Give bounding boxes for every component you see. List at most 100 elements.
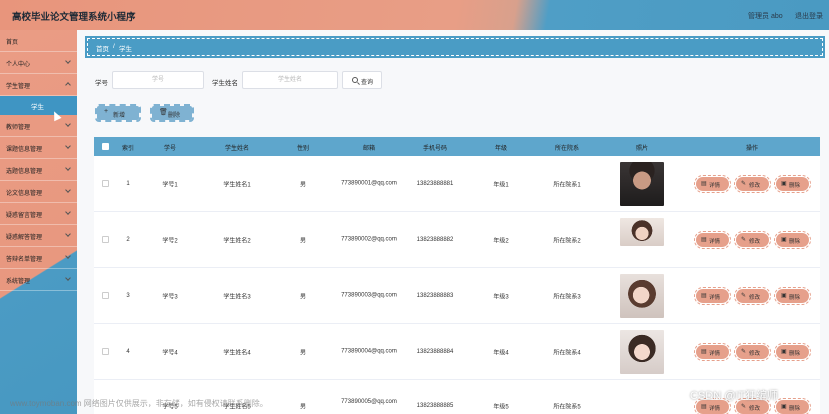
sidebar-item-label: 个人中心 <box>6 62 31 68</box>
student-photo <box>620 274 664 318</box>
edit-button-label: 修改 <box>749 239 761 245</box>
delete-button-label: 删除 <box>789 239 801 245</box>
cell-dept: 所在院系3 <box>553 294 581 300</box>
sidebar-item-label: 学生管理 <box>6 84 31 90</box>
cell-gender: 男 <box>299 404 307 411</box>
cell-dept: 所在院系5 <box>553 404 581 411</box>
col-index: 索引 <box>121 146 135 152</box>
sidebar-item-label: 系统管理 <box>6 279 31 285</box>
table-row: 2 学号2 学生姓名2 男 773890002@qq.com 138238888… <box>94 212 820 268</box>
select-all-checkbox[interactable] <box>102 143 109 150</box>
add-button[interactable]: + 新增 <box>95 104 141 122</box>
delete-button[interactable]: ▣ 删除 <box>774 343 811 361</box>
edit-button[interactable]: ✎ 修改 <box>734 175 771 193</box>
breadcrumb-separator: / <box>113 43 115 50</box>
table-header: 索引 学号 学生姓名 性别 邮箱 手机号码 年级 所在院系 照片 操作 <box>94 137 820 156</box>
cell-dept: 所在院系4 <box>553 350 581 356</box>
chevron-down-icon <box>65 187 71 193</box>
edit-button[interactable]: ✎ 修改 <box>734 343 771 361</box>
chevron-down-icon <box>65 165 71 171</box>
edit-button[interactable]: ✎ 修改 <box>734 287 771 305</box>
sidebar-item-label: 选题信息管理 <box>6 169 43 175</box>
sidebar-item-defense[interactable]: 答辩名单管理 <box>0 247 77 269</box>
student-photo <box>620 162 664 206</box>
delete-button-label: 删除 <box>789 183 801 189</box>
row-checkbox[interactable] <box>102 180 109 187</box>
trash-icon: ▣ <box>781 293 787 299</box>
pencil-icon: ✎ <box>741 404 747 410</box>
logout-link[interactable]: 退出登录 <box>795 11 823 21</box>
delete-button[interactable]: ▣ 删除 <box>774 231 811 249</box>
document-icon: ▤ <box>701 404 707 410</box>
pencil-icon: ✎ <box>741 293 747 299</box>
cell-id: 学号1 <box>162 182 178 188</box>
col-dept: 所在院系 <box>554 146 580 152</box>
row-checkbox[interactable] <box>102 348 109 355</box>
sidebar-item-label: 答辩名单管理 <box>6 257 43 263</box>
cell-gender: 男 <box>299 182 307 188</box>
cell-phone: 13823888883 <box>416 292 454 299</box>
cell-phone: 13823888885 <box>416 403 454 409</box>
delete-button-label: 删除 <box>789 295 801 301</box>
document-icon: ▤ <box>701 237 707 243</box>
bulk-delete-button[interactable]: 🗑 删除 <box>150 104 194 122</box>
cell-phone: 13823888884 <box>416 348 454 355</box>
cell-email: 773890004@qq.com <box>341 348 397 354</box>
detail-button-label: 详情 <box>709 239 721 245</box>
chevron-down-icon <box>65 253 71 259</box>
sidebar-item-home[interactable]: 首页 <box>0 30 77 52</box>
row-checkbox[interactable] <box>102 292 109 299</box>
search-id-label: 学号 <box>95 80 108 87</box>
search-id-input[interactable] <box>112 71 204 89</box>
cell-email: 773890001@qq.com <box>341 180 397 186</box>
edit-button-label: 修改 <box>749 406 761 412</box>
breadcrumb-current: 学生 <box>119 46 132 53</box>
sidebar-item-selections[interactable]: 选题信息管理 <box>0 159 77 181</box>
row-checkbox[interactable] <box>102 236 109 243</box>
search-name-input[interactable] <box>242 71 338 89</box>
cell-name: 学生姓名3 <box>223 294 251 300</box>
sidebar-item-questions[interactable]: 疑惑留言管理 <box>0 203 77 225</box>
delete-button[interactable]: ▣ 删除 <box>774 175 811 193</box>
sidebar-item-system[interactable]: 系统管理 <box>0 269 77 291</box>
pencil-icon: ✎ <box>741 181 747 187</box>
search-button[interactable]: 查询 <box>342 71 382 89</box>
trash-icon: ▣ <box>781 349 787 355</box>
detail-button[interactable]: ▤ 详情 <box>694 231 731 249</box>
cell-gender: 男 <box>299 350 307 356</box>
add-button-label: 新增 <box>113 113 126 119</box>
chevron-down-icon <box>65 143 71 149</box>
col-actions: 操作 <box>745 146 759 152</box>
detail-button[interactable]: ▤ 详情 <box>694 175 731 193</box>
sidebar-item-label: 疑惑解答管理 <box>6 235 43 241</box>
breadcrumb-home[interactable]: 首页 <box>96 43 109 53</box>
chevron-down-icon <box>65 231 71 237</box>
sidebar-item-topics[interactable]: 课题信息管理 <box>0 137 77 159</box>
table-row: 1 学号1 学生姓名1 男 773890001@qq.com 138238888… <box>94 156 820 212</box>
edit-button-label: 修改 <box>749 351 761 357</box>
chevron-up-icon <box>65 82 71 88</box>
sidebar-item-papers[interactable]: 论文信息管理 <box>0 181 77 203</box>
detail-button[interactable]: ▤ 详情 <box>694 287 731 305</box>
delete-button[interactable]: ▣ 删除 <box>774 398 811 414</box>
delete-button[interactable]: ▣ 删除 <box>774 287 811 305</box>
edit-button[interactable]: ✎ 修改 <box>734 231 771 249</box>
detail-button[interactable]: ▤ 详情 <box>694 343 731 361</box>
cell-index: 2 <box>126 236 130 243</box>
trash-icon: ▣ <box>781 404 787 410</box>
sidebar-item-teachers[interactable]: 教师管理 <box>0 115 77 137</box>
sidebar-item-students[interactable]: 学生管理 <box>0 74 77 96</box>
sidebar-item-label: 课题信息管理 <box>6 147 43 153</box>
detail-button-label: 详情 <box>709 351 721 357</box>
sidebar-item-profile[interactable]: 个人中心 <box>0 52 77 74</box>
sidebar-subitem-student[interactable]: 学生 <box>0 96 77 115</box>
sidebar-item-answers[interactable]: 疑惑解答管理 <box>0 225 77 247</box>
trash-icon: 🗑 <box>159 109 168 116</box>
detail-button-label: 详情 <box>709 406 721 412</box>
cell-email: 773890005@qq.com <box>341 399 397 405</box>
cell-grade: 年级2 <box>493 238 509 244</box>
cell-index: 1 <box>126 180 130 187</box>
delete-button-label: 删除 <box>789 406 801 412</box>
cell-dept: 所在院系2 <box>553 238 581 244</box>
col-id: 学号 <box>163 146 177 152</box>
